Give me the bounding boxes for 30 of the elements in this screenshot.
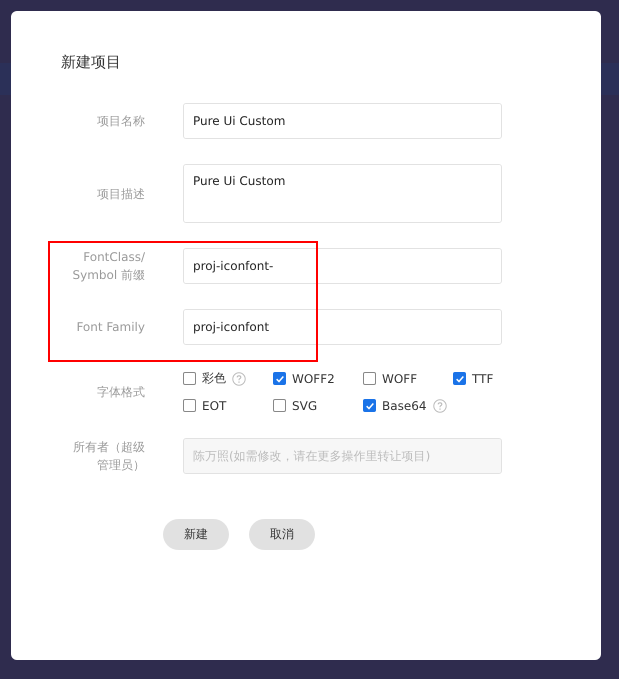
input-field[interactable]: Pure Ui Custom xyxy=(183,103,502,139)
input-field[interactable]: proj-iconfont- xyxy=(183,248,502,284)
checkbox[interactable] xyxy=(183,399,196,412)
checkbox[interactable] xyxy=(453,372,466,385)
checkbox[interactable] xyxy=(363,372,376,385)
checkbox-label: WOFF2 xyxy=(292,372,335,386)
field-label: Font Family xyxy=(76,319,145,336)
textarea-field[interactable]: Pure Ui Custom xyxy=(183,164,502,223)
checkbox-label: EOT xyxy=(202,398,226,412)
checkbox-label: Base64 xyxy=(382,398,426,412)
dialog-button[interactable]: 新建 xyxy=(163,519,229,550)
dialog-title: 新建项目 xyxy=(61,53,122,72)
checkbox[interactable] xyxy=(183,372,196,385)
field-label: 所有者（超级管理员） xyxy=(72,439,145,474)
field-label: 项目描述 xyxy=(97,186,145,202)
checkbox-label: TTF xyxy=(472,372,494,386)
dialog-button[interactable]: 取消 xyxy=(249,519,315,550)
checkbox[interactable] xyxy=(363,399,376,412)
checkbox[interactable] xyxy=(273,399,286,412)
field-label: 项目名称 xyxy=(97,113,145,130)
checkbox-label: WOFF xyxy=(382,372,418,386)
help-icon[interactable] xyxy=(232,372,246,386)
checkbox[interactable] xyxy=(273,372,286,385)
checkbox-label: SVG xyxy=(292,398,318,412)
help-icon[interactable] xyxy=(432,398,446,412)
field-label: FontClass/ Symbol 前缀 xyxy=(72,249,145,284)
input-field: 陈万照(如需修改，请在更多操作里转让项目) xyxy=(183,438,502,474)
input-field[interactable]: proj-iconfont xyxy=(183,309,502,345)
field-label: 字体格式 xyxy=(97,384,145,401)
checkbox-label: 彩色 xyxy=(202,370,226,387)
